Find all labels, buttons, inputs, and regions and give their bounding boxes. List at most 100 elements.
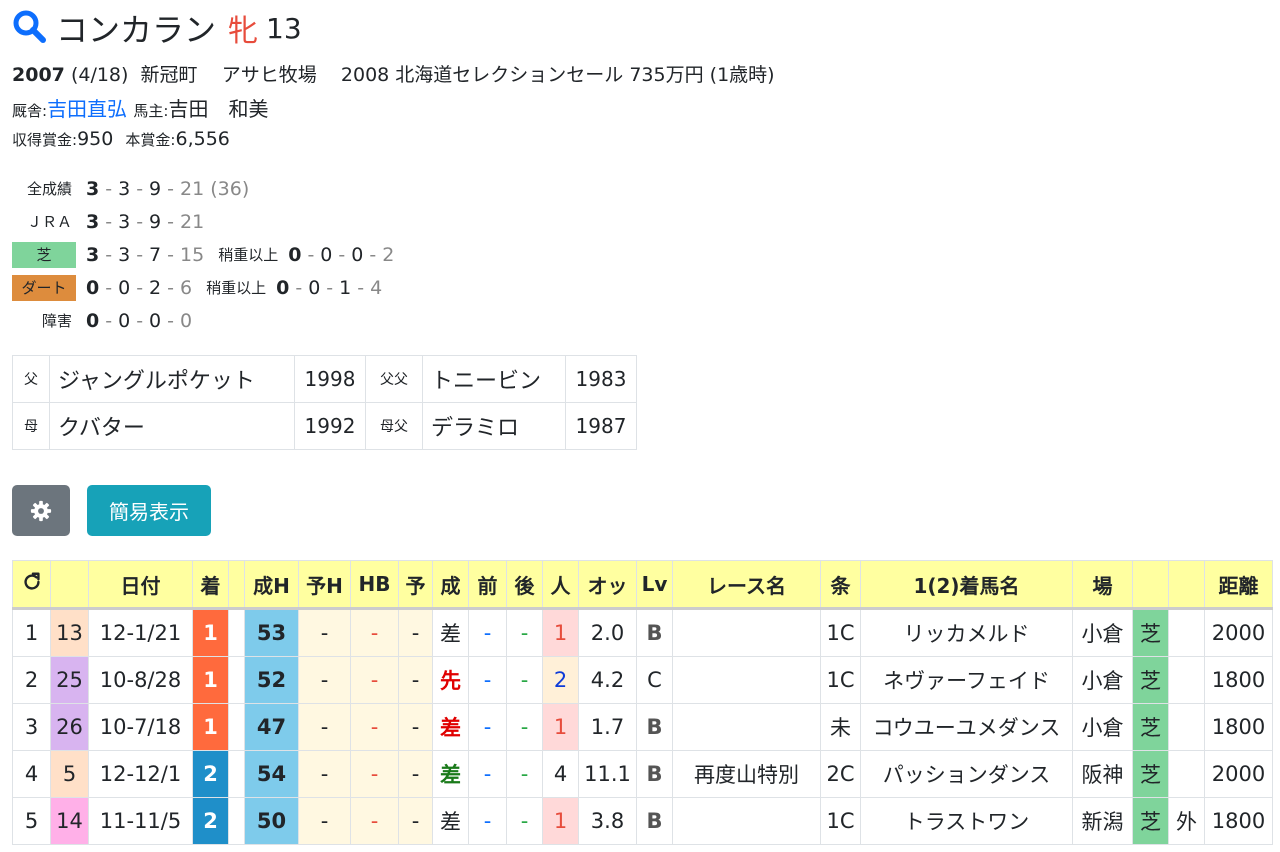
col-header (50, 560, 89, 610)
surface: 芝 (1132, 750, 1169, 798)
dam-name[interactable]: クバター (49, 402, 295, 450)
settings-button[interactable] (12, 485, 70, 536)
col-header-pred[interactable]: 予 (398, 560, 433, 610)
col-header (228, 560, 245, 610)
pedigree-key: 父父 (365, 355, 423, 403)
wins: 3 (86, 243, 100, 266)
spacer-cell (228, 797, 245, 845)
hb-value: - (350, 797, 399, 845)
popularity: 1 (542, 703, 579, 751)
row-number: 3 (12, 703, 51, 751)
sire-sire-name[interactable]: トニービン (422, 355, 566, 403)
heavy-others: 4 (370, 276, 383, 299)
winner-name[interactable]: リッカメルド (860, 608, 1073, 657)
col-header-pred-figure[interactable]: 予H (298, 560, 351, 610)
distance: 2000 (1204, 608, 1273, 657)
race-name[interactable]: 再度山特別 (672, 750, 821, 798)
col-header-race-name[interactable]: レース名 (672, 560, 821, 610)
col-header-class[interactable]: 条 (820, 560, 861, 610)
race-level: B (636, 608, 673, 657)
breeder: アサヒ牧場 (221, 64, 317, 86)
surface: 芝 (1132, 703, 1169, 751)
col-header-date[interactable]: 日付 (88, 560, 193, 610)
thirds: 7 (149, 243, 162, 266)
race-class: 未 (820, 703, 861, 751)
pedigree-key: 母 (12, 402, 50, 450)
popularity: 2 (542, 656, 579, 704)
race-date: 10-8/28 (88, 656, 193, 704)
col-header-front[interactable]: 前 (468, 560, 507, 610)
race-date: 10-7/18 (88, 703, 193, 751)
thirds: 2 (149, 276, 162, 299)
seconds: 3 (118, 210, 131, 233)
table-row[interactable]: 1 13 12-1/21 1 53- - - 差 - -1 2.0 B 1C リッカメルド 小倉芝 2000 (12, 608, 1273, 657)
table-row[interactable]: 2 25 10-8/28 1 52- - - 先 - -2 4.2 C 1C ネヴァーフェイド 小倉芝 180… (12, 656, 1273, 704)
sale-info: 2008 北海道セレクションセール 735万円 (340, 64, 704, 86)
record-jra: ＪＲＡ 3- 3- 9- 21 (12, 205, 394, 238)
earn-label: 収得賞金: (12, 131, 78, 149)
owner-label: 馬主: (133, 102, 169, 120)
hb-value: - (350, 703, 399, 751)
speed-figure: 52 (244, 656, 299, 704)
front-value: - (468, 750, 507, 798)
col-header-level[interactable]: Lv (636, 560, 673, 610)
col-header-odds[interactable]: オッ (578, 560, 637, 610)
spacer-cell (228, 608, 245, 657)
heavy-thirds: 0 (351, 243, 364, 266)
col-header-figure[interactable]: 成H (244, 560, 299, 610)
winner-name[interactable]: パッションダンス (860, 750, 1073, 798)
table-row[interactable]: 3 26 10-7/18 1 47- - - 差 - -1 1.7 B 未コウユーユメダンス 小倉芝 180… (12, 703, 1273, 751)
dam-year: 1992 (294, 402, 366, 450)
birth-info: 2007 (4/18) 新冠町 アサヒ牧場 2008 北海道セレクションセール … (12, 60, 775, 87)
col-header-style[interactable]: 成 (432, 560, 469, 610)
search-icon[interactable] (12, 9, 46, 47)
sire-name[interactable]: ジャングルポケット (49, 355, 295, 403)
others: 15 (180, 243, 205, 266)
odds: 1.7 (578, 703, 637, 751)
col-header-winner[interactable]: 1(2)着馬名 (860, 560, 1073, 610)
table-row[interactable]: 5 14 11-11/5 2 50- - - 差 - -1 3.8 B 1C トラストワン 新潟芝外 1800 (12, 797, 1273, 845)
trainer-link[interactable]: 吉田直弘 (47, 97, 127, 121)
race-class: 1C (820, 656, 861, 704)
table-row[interactable]: 4 5 12-12/1 2 54- - - 差 - -4 11.1 B 再度山特別 2C パッションダンス阪… (12, 750, 1273, 798)
pred-value: - (398, 608, 433, 657)
running-style: 差 (432, 608, 469, 657)
heavy-thirds: 1 (339, 276, 352, 299)
thirds: 9 (149, 177, 162, 200)
odds: 3.8 (578, 797, 637, 845)
race-name[interactable] (672, 797, 821, 845)
col-header-back[interactable]: 後 (506, 560, 543, 610)
col-header-venue[interactable]: 場 (1072, 560, 1133, 610)
front-value: - (468, 703, 507, 751)
race-name[interactable] (672, 608, 821, 657)
winner-name[interactable]: コウユーユメダンス (860, 703, 1073, 751)
thirds: 0 (149, 309, 162, 332)
finish-rank: 1 (192, 608, 229, 657)
heavy-label: 稍重以上 (218, 246, 279, 264)
winner-name[interactable]: ネヴァーフェイド (860, 656, 1073, 704)
dam-sire-name[interactable]: デラミロ (422, 402, 566, 450)
simple-view-button[interactable]: 簡易表示 (87, 485, 211, 536)
entry-count: 5 (50, 750, 89, 798)
race-name[interactable] (672, 703, 821, 751)
earn-value: 950 (77, 128, 114, 150)
record-label: 障害 (41, 312, 72, 330)
race-date: 12-1/21 (88, 608, 193, 657)
pred-figure: - (298, 703, 351, 751)
back-value: - (506, 797, 543, 845)
course-side (1168, 608, 1205, 657)
winner-name[interactable]: トラストワン (860, 797, 1073, 845)
col-header-rank[interactable]: 着 (192, 560, 229, 610)
horse-age: 13 (266, 11, 302, 45)
col-header-popularity[interactable]: 人 (542, 560, 579, 610)
spacer-cell (228, 656, 245, 704)
col-header-hb[interactable]: HB (350, 560, 399, 610)
total-starts: (36) (210, 177, 250, 200)
refresh-header[interactable] (12, 560, 51, 610)
row-number: 5 (12, 797, 51, 845)
record-label: ＪＲＡ (26, 213, 72, 231)
col-header-distance[interactable]: 距離 (1204, 560, 1273, 610)
finish-rank: 1 (192, 703, 229, 751)
pred-value: - (398, 750, 433, 798)
race-name[interactable] (672, 656, 821, 704)
